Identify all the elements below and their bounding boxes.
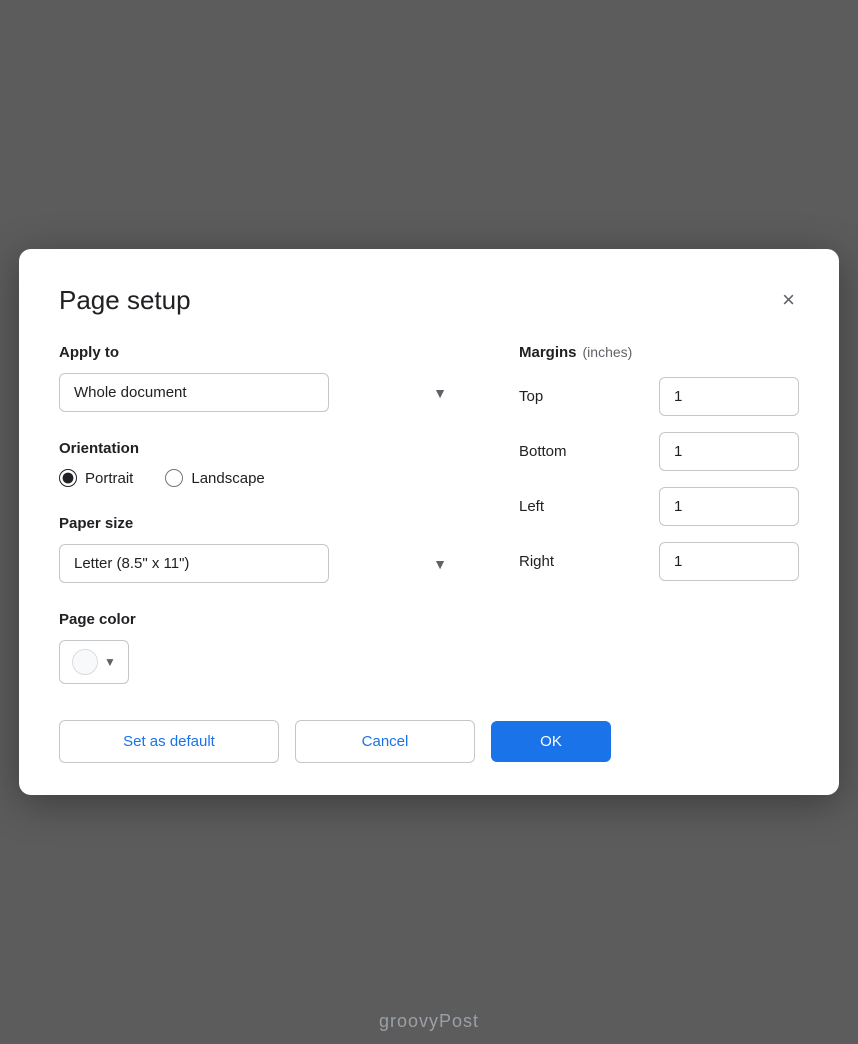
portrait-radio[interactable] (59, 469, 77, 487)
page-setup-dialog: Page setup × Apply to Whole document Thi… (19, 249, 839, 795)
color-circle (72, 649, 98, 675)
orientation-section: Orientation Portrait Landscape (59, 440, 459, 487)
paper-size-label: Paper size (59, 515, 459, 532)
apply-to-section: Apply to Whole document This section Sel… (59, 344, 459, 412)
margin-left-label: Left (519, 498, 589, 515)
margin-right-input[interactable] (659, 542, 799, 581)
margin-bottom-input[interactable] (659, 432, 799, 471)
dialog-footer: Set as default Cancel OK (59, 720, 799, 763)
landscape-option[interactable]: Landscape (165, 469, 264, 487)
landscape-radio[interactable] (165, 469, 183, 487)
watermark: groovyPost (379, 1011, 479, 1032)
page-color-label: Page color (59, 611, 459, 628)
margin-bottom-row: Bottom (519, 432, 799, 471)
margins-unit: (inches) (583, 344, 633, 360)
page-color-button[interactable]: ▼ (59, 640, 129, 684)
dialog-header: Page setup × (59, 285, 799, 316)
close-button[interactable]: × (778, 285, 799, 315)
paper-size-section: Paper size Letter (8.5" x 11") A4 Legal … (59, 515, 459, 583)
paper-size-select-wrapper: Letter (8.5" x 11") A4 Legal ▼ (59, 544, 459, 583)
landscape-label: Landscape (191, 470, 264, 487)
close-icon: × (782, 289, 795, 311)
orientation-label: Orientation (59, 440, 459, 457)
orientation-row: Portrait Landscape (59, 469, 459, 487)
set-as-default-button[interactable]: Set as default (59, 720, 279, 763)
paper-size-select[interactable]: Letter (8.5" x 11") A4 Legal (59, 544, 329, 583)
margin-right-row: Right (519, 542, 799, 581)
apply-to-label: Apply to (59, 344, 459, 361)
page-color-section: Page color ▼ (59, 611, 459, 684)
portrait-option[interactable]: Portrait (59, 469, 133, 487)
margin-top-input[interactable] (659, 377, 799, 416)
dialog-body: Apply to Whole document This section Sel… (59, 344, 799, 684)
margins-header: Margins (inches) (519, 344, 799, 361)
margins-title: Margins (519, 344, 577, 361)
margin-top-label: Top (519, 388, 589, 405)
left-column: Apply to Whole document This section Sel… (59, 344, 459, 684)
right-column: Margins (inches) Top Bottom Left Right (519, 344, 799, 684)
dialog-title: Page setup (59, 285, 191, 316)
margin-left-row: Left (519, 487, 799, 526)
apply-to-chevron-icon: ▼ (433, 385, 447, 401)
page-color-chevron-icon: ▼ (104, 655, 116, 669)
margin-left-input[interactable] (659, 487, 799, 526)
margin-right-label: Right (519, 553, 589, 570)
portrait-label: Portrait (85, 470, 133, 487)
paper-size-chevron-icon: ▼ (433, 556, 447, 572)
margin-bottom-label: Bottom (519, 443, 589, 460)
margin-top-row: Top (519, 377, 799, 416)
cancel-button[interactable]: Cancel (295, 720, 475, 763)
apply-to-select[interactable]: Whole document This section Selected tex… (59, 373, 329, 412)
ok-button[interactable]: OK (491, 721, 611, 762)
apply-to-select-wrapper: Whole document This section Selected tex… (59, 373, 459, 412)
